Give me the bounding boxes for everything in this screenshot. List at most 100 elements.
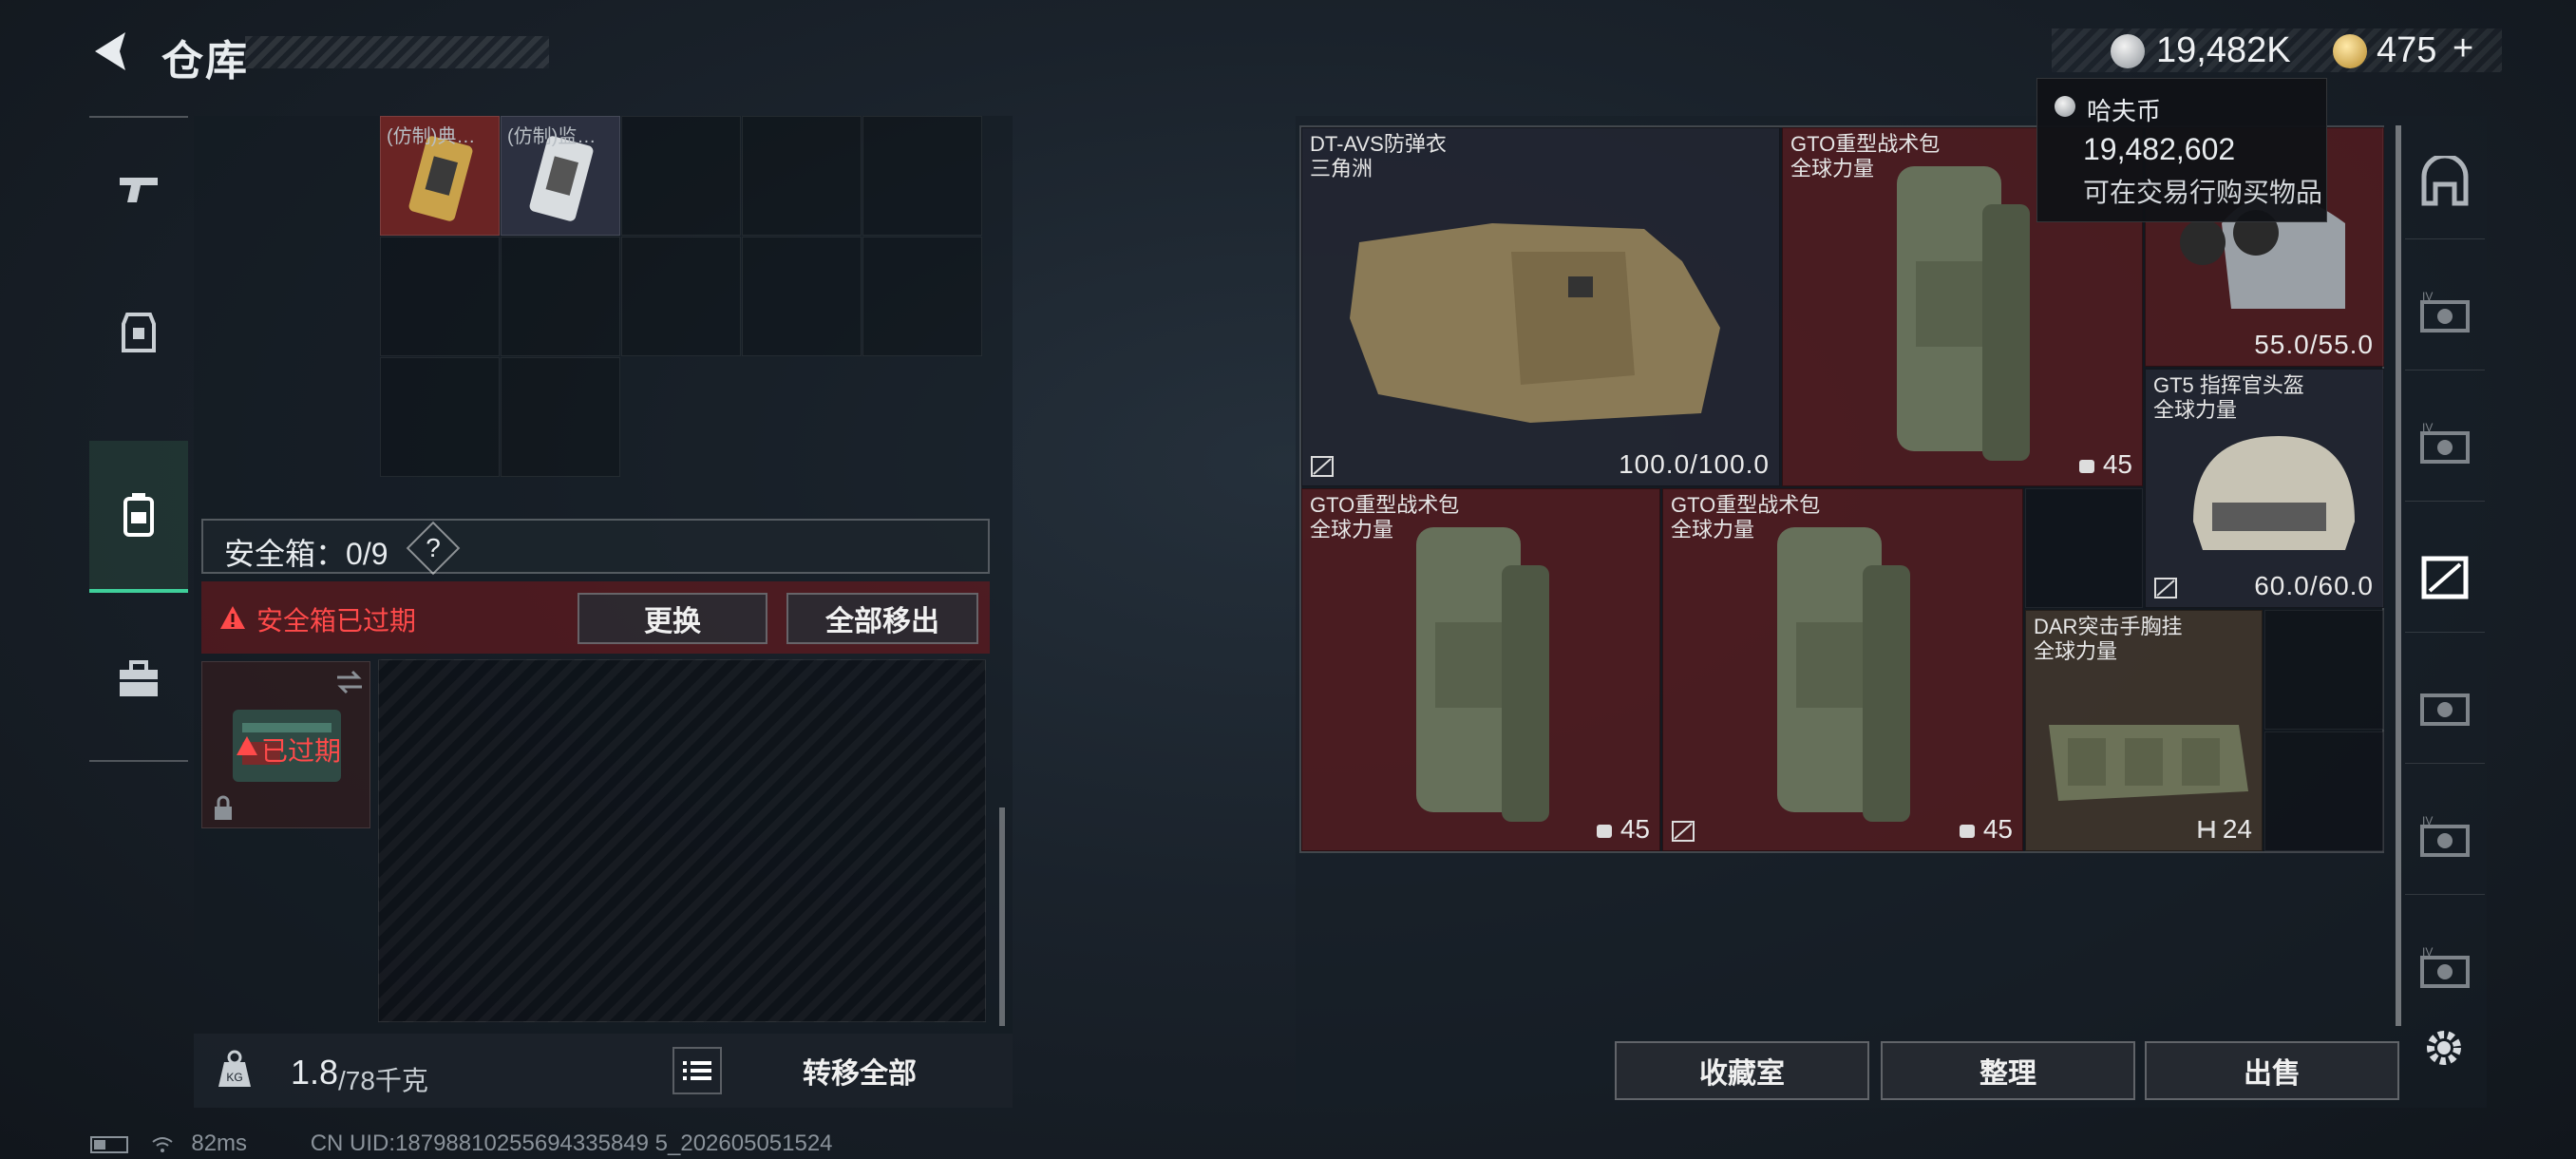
move-all-out-button[interactable]: 全部移出 — [786, 593, 978, 644]
stash-scrollbar[interactable] — [2396, 125, 2401, 1026]
tooltip-title: 哈夫币 — [2087, 97, 2162, 125]
left-category-nav — [89, 116, 188, 762]
stash-item-gt5-helmet[interactable]: GT5 指挥官头盔 全球力量 60.0/60.0 — [2145, 369, 2384, 608]
list-icon — [683, 1061, 711, 1080]
pocket-slot[interactable] — [380, 237, 500, 356]
item-label: (仿制)监… — [507, 126, 597, 147]
backpack-item-icon — [1777, 527, 1910, 822]
sell-button[interactable]: 出售 — [2145, 1041, 2399, 1100]
collection-room-button[interactable]: 收藏室 — [1615, 1041, 1869, 1100]
case-expired-label: 已过期 — [261, 736, 342, 766]
list-view-button[interactable] — [672, 1047, 722, 1094]
nav-gear[interactable] — [89, 260, 188, 403]
pocket-slot[interactable] — [501, 237, 620, 356]
helmet-icon — [2193, 436, 2355, 550]
expired-warning-text: 安全箱已过期 — [256, 606, 417, 636]
expansion-box-icon: IV — [2420, 815, 2470, 857]
backpack-item-icon — [1897, 166, 2030, 461]
warning-icon — [237, 736, 257, 755]
capacity-icon — [1596, 825, 1612, 838]
capacity-icon — [1959, 825, 1975, 838]
add-currency-button[interactable]: + — [2453, 28, 2473, 69]
safe-box-grid[interactable] — [378, 659, 986, 1022]
item-name: DT-AVS防弹衣 三角洲 — [1310, 132, 1447, 180]
broken-durability-icon — [1672, 821, 1695, 842]
pocket-item-1[interactable]: (仿制)典… — [380, 116, 500, 236]
swap-icon[interactable] — [333, 668, 366, 696]
pocket-slot[interactable] — [862, 237, 982, 356]
settings-button[interactable] — [2418, 1022, 2470, 1074]
back-arrow-icon[interactable] — [87, 27, 137, 76]
stash-slot[interactable] — [2264, 610, 2384, 730]
lock-icon — [215, 795, 232, 820]
expansion-box-icon: IV — [2420, 946, 2470, 988]
nav-weapons[interactable] — [89, 118, 188, 260]
svg-text:IV: IV — [2422, 815, 2433, 827]
stash-tab-2[interactable]: IV — [2405, 388, 2485, 502]
ping-text: 82ms — [191, 1130, 248, 1156]
warning-icon — [220, 606, 245, 629]
stash-item-armor-vest[interactable]: DT-AVS防弹衣 三角洲 100.0/100.0 — [1301, 127, 1780, 486]
title-decoration — [245, 36, 549, 68]
item-capacity: 45 — [1594, 814, 1650, 845]
expansion-box-icon — [2420, 693, 2470, 726]
weight-max: /78千克 — [338, 1066, 428, 1095]
stash-slot[interactable] — [2264, 732, 2384, 851]
weight-current: 1.8 — [291, 1053, 339, 1092]
pocket-item-2[interactable]: (仿制)监… — [501, 116, 620, 236]
stash-tab-6[interactable]: IV — [2405, 912, 2485, 1026]
currency-main-amount[interactable]: 19,482K — [2156, 30, 2291, 71]
nav-toolbox[interactable] — [89, 608, 188, 750]
currency-premium-amount[interactable]: 475 — [2377, 30, 2436, 71]
pocket-slot[interactable] — [742, 116, 862, 236]
svg-text:IV: IV — [2422, 422, 2433, 434]
item-durability: 100.0/100.0 — [1619, 449, 1770, 479]
replace-button[interactable]: 更换 — [578, 593, 767, 644]
left-scrollbar[interactable] — [999, 808, 1005, 1026]
premium-coin-icon — [2333, 34, 2367, 68]
pocket-slot[interactable] — [862, 116, 982, 236]
gun-icon — [120, 178, 158, 202]
stash-tab-main[interactable] — [2405, 125, 2485, 239]
currency-tooltip: 哈夫币 19,482,602 可在交易行购买物品 — [2036, 78, 2327, 222]
safe-box-expired-bar: 安全箱已过期 更换 全部移出 — [201, 581, 990, 654]
item-name: GT5 指挥官头盔 全球力量 — [2153, 373, 2304, 422]
item-capacity: 45 — [1957, 814, 2013, 845]
status-bar: 82ms CN UID:18798810255694335849 5_20260… — [89, 1130, 833, 1157]
stash-tab-nav: IV IV IV IV — [2405, 125, 2485, 1018]
stash-tab-1[interactable]: IV — [2405, 256, 2485, 370]
svg-text:KG: KG — [226, 1071, 242, 1084]
tooltip-description: 可在交易行购买物品 — [2083, 178, 2323, 207]
tooltip-amount: 19,482,602 — [2083, 132, 2236, 166]
stash-item-gto-backpack-2[interactable]: GTO重型战术包 全球力量 45 — [1301, 488, 1660, 851]
expansion-box-icon: IV — [2420, 291, 2470, 332]
pocket-slot[interactable] — [742, 237, 862, 356]
item-capacity: 24 — [2196, 814, 2252, 845]
stash-tab-4[interactable] — [2405, 650, 2485, 764]
safe-case-item[interactable]: 已过期 — [201, 661, 370, 828]
stash-item-dar-rig[interactable]: DAR突击手胸挂 全球力量 24 — [2025, 610, 2263, 851]
sort-button[interactable]: 整理 — [1881, 1041, 2135, 1100]
chest-rig-icon — [2049, 725, 2248, 801]
stash-tab-3-active[interactable] — [2405, 519, 2485, 633]
backpack-item-icon — [1416, 527, 1549, 822]
stash-slot[interactable] — [2025, 488, 2143, 608]
uid-text: CN UID:18798810255694335849 5_2026050515… — [310, 1130, 833, 1156]
pocket-slot[interactable] — [621, 237, 741, 356]
vest-icon — [1350, 223, 1720, 423]
weight-bar: KG 1.8 /78千克 转移全部 — [194, 1034, 1013, 1108]
pocket-slot[interactable] — [501, 357, 620, 477]
backpack-icon — [123, 493, 154, 537]
nav-backpack[interactable] — [89, 441, 188, 593]
help-icon[interactable]: ? — [406, 521, 461, 576]
expansion-box-icon — [2421, 556, 2469, 598]
transfer-all-button[interactable]: 转移全部 — [731, 1047, 988, 1094]
stash-tab-5[interactable]: IV — [2405, 781, 2485, 895]
expansion-box-icon: IV — [2420, 422, 2470, 464]
item-label: (仿制)典… — [387, 126, 476, 147]
home-base-icon — [2421, 155, 2469, 205]
item-durability: 55.0/55.0 — [2254, 330, 2374, 359]
pocket-slot[interactable] — [380, 357, 500, 477]
stash-item-gto-backpack-3[interactable]: GTO重型战术包 全球力量 45 — [1662, 488, 2023, 851]
pocket-slot[interactable] — [621, 116, 741, 236]
